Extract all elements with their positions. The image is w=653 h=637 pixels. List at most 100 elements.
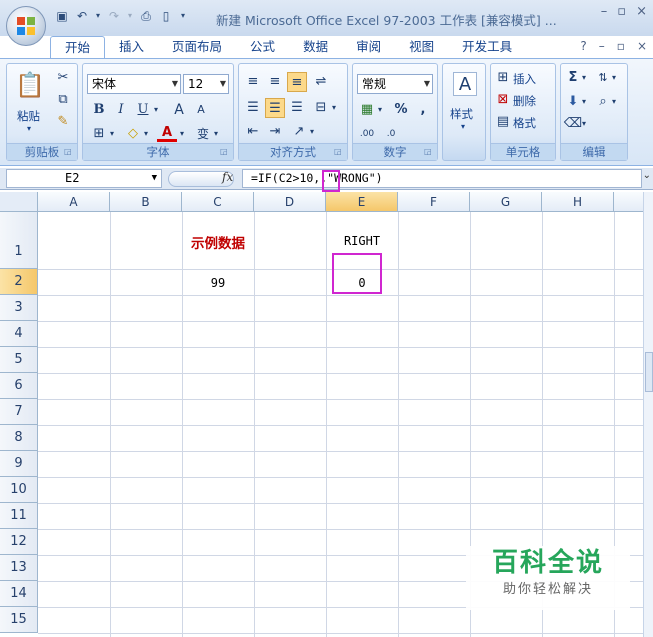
column-header-h[interactable]: H: [542, 192, 614, 212]
font-name-select[interactable]: 宋体 ▼: [87, 74, 181, 94]
tab-home[interactable]: 开始: [50, 36, 106, 58]
italic-button[interactable]: I: [111, 100, 131, 120]
cell-c1[interactable]: 示例数据: [182, 232, 254, 252]
sort-dropdown-icon[interactable]: ▾: [609, 68, 619, 88]
insert-cells-icon[interactable]: ⊞: [493, 68, 513, 88]
bold-button[interactable]: B: [89, 100, 109, 120]
clear-dropdown-icon[interactable]: ▾: [579, 114, 589, 134]
shrink-font-button[interactable]: A: [191, 100, 211, 120]
row-header-10[interactable]: 10: [0, 477, 38, 503]
column-header-g[interactable]: G: [470, 192, 542, 212]
print-preview-icon[interactable]: ⎙: [138, 8, 154, 24]
paste-icon[interactable]: 📋: [15, 70, 45, 100]
grow-font-button[interactable]: A: [169, 100, 189, 120]
cut-icon[interactable]: ✂: [53, 68, 73, 88]
merge-center-icon[interactable]: ⊟: [311, 98, 331, 118]
vertical-scrollbar[interactable]: [643, 192, 653, 637]
align-right-icon[interactable]: ☰: [287, 98, 307, 118]
paste-dropdown-icon[interactable]: ▾: [27, 124, 31, 133]
fill-color-dropdown-icon[interactable]: ▾: [141, 124, 151, 144]
styles-dropdown-icon[interactable]: ▾: [461, 122, 465, 131]
align-bottom-icon[interactable]: ≡: [287, 72, 307, 92]
undo-dropdown-icon[interactable]: ▾: [94, 8, 102, 24]
tab-review[interactable]: 审阅: [342, 36, 395, 58]
row-header-1[interactable]: 1: [0, 212, 38, 269]
phonetic-button[interactable]: 变: [193, 124, 213, 144]
cell-e1[interactable]: RIGHT: [326, 234, 398, 248]
column-header-a[interactable]: A: [38, 192, 110, 212]
new-document-icon[interactable]: ▯: [158, 8, 174, 24]
redo-dropdown-icon[interactable]: ▾: [126, 8, 134, 24]
decrease-indent-icon[interactable]: ⇤: [243, 122, 263, 142]
increase-decimal-icon[interactable]: .00: [357, 124, 377, 144]
tab-developer[interactable]: 开发工具: [448, 36, 526, 58]
name-box[interactable]: E2 ▼: [6, 169, 162, 188]
underline-button[interactable]: U: [133, 100, 153, 120]
tab-insert[interactable]: 插入: [105, 36, 158, 58]
format-cells-button[interactable]: 格式: [513, 115, 536, 131]
tab-page-layout[interactable]: 页面布局: [158, 36, 236, 58]
styles-button[interactable]: 样式: [450, 106, 473, 122]
cell-c2[interactable]: 99: [182, 276, 254, 290]
column-header-e[interactable]: E: [326, 192, 398, 212]
format-painter-icon[interactable]: ✎: [53, 112, 73, 132]
fill-color-icon[interactable]: ◇: [123, 124, 143, 144]
accounting-format-icon[interactable]: ▦: [357, 100, 377, 120]
scrollbar-thumb[interactable]: [645, 352, 653, 392]
row-header-4[interactable]: 4: [0, 321, 38, 347]
accounting-dropdown-icon[interactable]: ▾: [375, 100, 385, 120]
row-header-5[interactable]: 5: [0, 347, 38, 373]
column-header-b[interactable]: B: [110, 192, 182, 212]
percent-button[interactable]: %: [391, 100, 411, 120]
row-header-6[interactable]: 6: [0, 373, 38, 399]
borders-dropdown-icon[interactable]: ▾: [107, 124, 117, 144]
row-header-12[interactable]: 12: [0, 529, 38, 555]
tab-formulas[interactable]: 公式: [236, 36, 289, 58]
undo-icon[interactable]: ↶: [74, 8, 90, 24]
doc-close-icon[interactable]: ×: [637, 39, 647, 53]
doc-restore-icon[interactable]: ▫: [617, 39, 625, 53]
maximize-icon[interactable]: ▫: [617, 4, 626, 19]
row-header-8[interactable]: 8: [0, 425, 38, 451]
find-dropdown-icon[interactable]: ▾: [609, 92, 619, 112]
orientation-dropdown-icon[interactable]: ▾: [307, 122, 317, 142]
save-icon[interactable]: ▣: [54, 8, 70, 24]
row-header-15[interactable]: 15: [0, 607, 38, 633]
comma-button[interactable]: ,: [413, 100, 433, 120]
column-header-f[interactable]: F: [398, 192, 470, 212]
column-header-d[interactable]: D: [254, 192, 326, 212]
merge-dropdown-icon[interactable]: ▾: [329, 98, 339, 118]
increase-indent-icon[interactable]: ⇥: [265, 122, 285, 142]
align-top-icon[interactable]: ≡: [243, 72, 263, 92]
number-launcher-icon[interactable]: ◲: [424, 147, 434, 157]
underline-dropdown-icon[interactable]: ▾: [151, 100, 161, 120]
autosum-dropdown-icon[interactable]: ▾: [579, 68, 589, 88]
format-cells-icon[interactable]: ▤: [493, 112, 513, 132]
row-header-3[interactable]: 3: [0, 295, 38, 321]
customize-qat-icon[interactable]: ▾: [178, 8, 188, 24]
minimize-icon[interactable]: –: [601, 4, 608, 19]
help-icon[interactable]: ?: [580, 39, 586, 53]
wrap-text-icon[interactable]: ⇌: [311, 72, 331, 92]
font-color-dropdown-icon[interactable]: ▾: [177, 124, 187, 144]
doc-minimize-icon[interactable]: –: [599, 39, 605, 53]
expand-formula-bar-icon[interactable]: ⌄: [643, 170, 651, 181]
decrease-decimal-icon[interactable]: .0: [381, 124, 401, 144]
row-header-2[interactable]: 2: [0, 269, 38, 295]
redo-icon[interactable]: ↷: [106, 8, 122, 24]
clipboard-launcher-icon[interactable]: ◲: [64, 147, 74, 157]
insert-cells-button[interactable]: 插入: [513, 71, 536, 87]
row-header-13[interactable]: 13: [0, 555, 38, 581]
row-header-14[interactable]: 14: [0, 581, 38, 607]
align-center-icon[interactable]: ☰: [265, 98, 285, 118]
tab-view[interactable]: 视图: [395, 36, 448, 58]
row-header-11[interactable]: 11: [0, 503, 38, 529]
row-header-7[interactable]: 7: [0, 399, 38, 425]
office-button[interactable]: [6, 6, 46, 46]
row-header-9[interactable]: 9: [0, 451, 38, 477]
select-all-corner[interactable]: [0, 192, 38, 212]
formula-input[interactable]: =IF(C2>10,,"WRONG"): [242, 169, 642, 188]
font-color-button[interactable]: A: [157, 124, 177, 142]
align-left-icon[interactable]: ☰: [243, 98, 263, 118]
column-header-c[interactable]: C: [182, 192, 254, 212]
